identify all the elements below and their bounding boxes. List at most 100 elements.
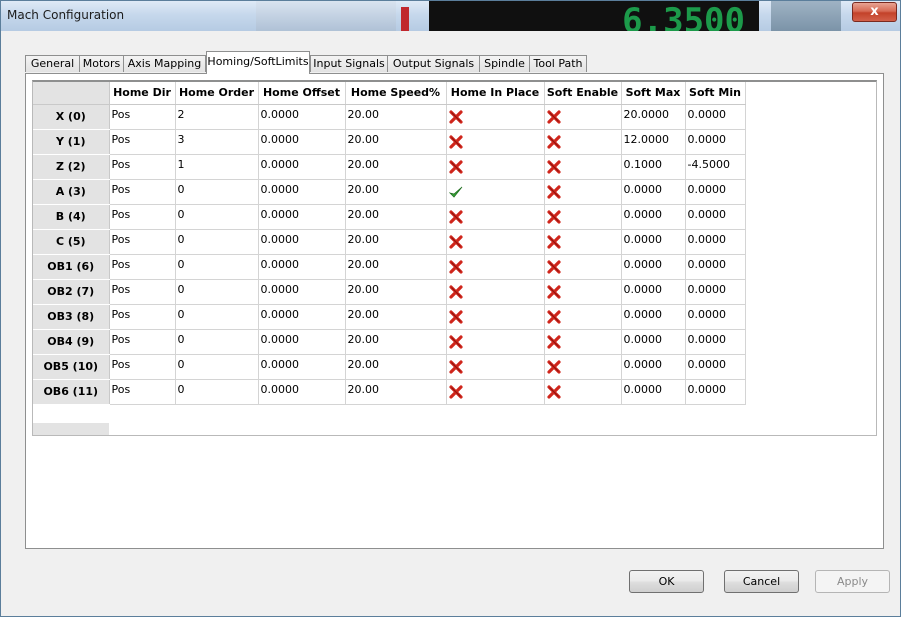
grid-cell-home-dir[interactable]: Pos — [109, 329, 176, 355]
grid-cell-home-offset[interactable]: 0.0000 — [258, 204, 346, 230]
grid-cell-soft-min[interactable]: 0.0000 — [685, 354, 746, 380]
grid-cell-home-order[interactable]: 0 — [175, 304, 259, 330]
grid-cell-home-offset[interactable]: 0.0000 — [258, 279, 346, 305]
column-header[interactable]: Home Order — [175, 82, 259, 105]
grid-cell-soft-enable[interactable] — [544, 229, 622, 255]
grid-cell-home-in-place[interactable] — [446, 329, 545, 355]
grid-cell-soft-enable[interactable] — [544, 179, 622, 205]
row-header[interactable]: OB4 (9) — [33, 329, 110, 355]
title-bar[interactable]: 6.3500 Mach Configuration x — [1, 1, 900, 31]
grid-cell-soft-min[interactable]: 0.0000 — [685, 129, 746, 155]
grid-cell-home-dir[interactable]: Pos — [109, 154, 176, 180]
grid-cell-home-speed[interactable]: 20.00 — [345, 204, 447, 230]
grid-cell-home-in-place[interactable] — [446, 379, 545, 405]
row-header[interactable]: A (3) — [33, 179, 110, 205]
row-header[interactable]: C (5) — [33, 229, 110, 255]
grid-cell-home-speed[interactable]: 20.00 — [345, 104, 447, 130]
column-header[interactable]: Soft Min — [685, 82, 746, 105]
grid-cell-home-offset[interactable]: 0.0000 — [258, 354, 346, 380]
grid-cell-soft-min[interactable]: 0.0000 — [685, 379, 746, 405]
row-header[interactable]: OB3 (8) — [33, 304, 110, 330]
ok-button[interactable]: OK — [629, 570, 704, 593]
grid-cell-home-order[interactable]: 0 — [175, 204, 259, 230]
grid-cell-home-order[interactable]: 0 — [175, 279, 259, 305]
column-header[interactable]: Home In Place — [446, 82, 545, 105]
grid-cell-soft-max[interactable]: 0.0000 — [621, 329, 686, 355]
grid-cell-soft-max[interactable]: 0.0000 — [621, 279, 686, 305]
grid-cell-soft-min[interactable]: 0.0000 — [685, 204, 746, 230]
grid-cell-home-in-place[interactable] — [446, 129, 545, 155]
grid-cell-home-speed[interactable]: 20.00 — [345, 129, 447, 155]
grid-cell-home-speed[interactable]: 20.00 — [345, 329, 447, 355]
grid-cell-soft-enable[interactable] — [544, 154, 622, 180]
grid-cell-home-speed[interactable]: 20.00 — [345, 279, 447, 305]
grid-cell-soft-min[interactable]: -4.5000 — [685, 154, 746, 180]
grid-cell-soft-min[interactable]: 0.0000 — [685, 329, 746, 355]
grid-cell-home-speed[interactable]: 20.00 — [345, 229, 447, 255]
row-header[interactable]: Z (2) — [33, 154, 110, 180]
tab-output-signals[interactable]: Output Signals — [387, 55, 480, 72]
grid-cell-home-dir[interactable]: Pos — [109, 179, 176, 205]
grid-cell-home-in-place[interactable] — [446, 279, 545, 305]
grid-cell-home-in-place[interactable] — [446, 154, 545, 180]
grid-cell-home-in-place[interactable] — [446, 229, 545, 255]
grid-cell-soft-max[interactable]: 12.0000 — [621, 129, 686, 155]
grid-cell-home-offset[interactable]: 0.0000 — [258, 254, 346, 280]
grid-cell-soft-max[interactable]: 0.0000 — [621, 229, 686, 255]
grid-cell-home-dir[interactable]: Pos — [109, 129, 176, 155]
grid-cell-home-dir[interactable]: Pos — [109, 354, 176, 380]
grid-cell-soft-min[interactable]: 0.0000 — [685, 304, 746, 330]
grid-cell-soft-max[interactable]: 20.0000 — [621, 104, 686, 130]
cancel-button[interactable]: Cancel — [724, 570, 799, 593]
grid-cell-home-order[interactable]: 0 — [175, 354, 259, 380]
grid-cell-soft-max[interactable]: 0.1000 — [621, 154, 686, 180]
row-header[interactable]: B (4) — [33, 204, 110, 230]
grid-cell-home-order[interactable]: 0 — [175, 229, 259, 255]
column-header[interactable]: Home Dir — [109, 82, 176, 105]
tab-general[interactable]: General — [25, 55, 80, 72]
grid-cell-soft-min[interactable]: 0.0000 — [685, 254, 746, 280]
grid-cell-home-in-place[interactable] — [446, 179, 545, 205]
close-button[interactable]: x — [852, 2, 897, 22]
grid-cell-soft-max[interactable]: 0.0000 — [621, 204, 686, 230]
grid-cell-home-order[interactable]: 3 — [175, 129, 259, 155]
column-header[interactable]: Soft Enable — [544, 82, 622, 105]
grid-cell-home-speed[interactable]: 20.00 — [345, 304, 447, 330]
grid-cell-home-offset[interactable]: 0.0000 — [258, 379, 346, 405]
tab-tool-path[interactable]: Tool Path — [529, 55, 587, 72]
tab-homing-softlimits[interactable]: Homing/SoftLimits — [206, 51, 310, 74]
tab-spindle[interactable]: Spindle — [479, 55, 530, 72]
grid-cell-home-order[interactable]: 0 — [175, 179, 259, 205]
grid-cell-home-in-place[interactable] — [446, 204, 545, 230]
column-header[interactable]: Home Speed% — [345, 82, 447, 105]
grid-cell-soft-max[interactable]: 0.0000 — [621, 304, 686, 330]
grid-cell-home-offset[interactable]: 0.0000 — [258, 229, 346, 255]
row-header[interactable]: OB2 (7) — [33, 279, 110, 305]
grid-cell-home-order[interactable]: 2 — [175, 104, 259, 130]
grid-cell-home-dir[interactable]: Pos — [109, 229, 176, 255]
grid-cell-soft-max[interactable]: 0.0000 — [621, 354, 686, 380]
grid-cell-soft-enable[interactable] — [544, 254, 622, 280]
grid-cell-home-order[interactable]: 1 — [175, 154, 259, 180]
grid-cell-home-dir[interactable]: Pos — [109, 104, 176, 130]
grid-cell-soft-enable[interactable] — [544, 329, 622, 355]
grid-cell-home-dir[interactable]: Pos — [109, 254, 176, 280]
grid-cell-soft-enable[interactable] — [544, 304, 622, 330]
grid-cell-soft-max[interactable]: 0.0000 — [621, 379, 686, 405]
grid-cell-home-speed[interactable]: 20.00 — [345, 179, 447, 205]
grid-cell-home-dir[interactable]: Pos — [109, 379, 176, 405]
tab-motors[interactable]: Motors — [79, 55, 124, 72]
grid-cell-home-offset[interactable]: 0.0000 — [258, 304, 346, 330]
grid-cell-home-order[interactable]: 0 — [175, 329, 259, 355]
grid-cell-home-speed[interactable]: 20.00 — [345, 354, 447, 380]
column-header[interactable]: Home Offset — [258, 82, 346, 105]
tab-input-signals[interactable]: Input Signals — [310, 55, 388, 72]
grid-cell-home-order[interactable]: 0 — [175, 254, 259, 280]
grid-cell-soft-min[interactable]: 0.0000 — [685, 229, 746, 255]
grid-cell-soft-enable[interactable] — [544, 104, 622, 130]
grid-cell-home-offset[interactable]: 0.0000 — [258, 129, 346, 155]
tab-axis-mapping[interactable]: Axis Mapping — [123, 55, 206, 72]
apply-button[interactable]: Apply — [815, 570, 890, 593]
grid-cell-home-dir[interactable]: Pos — [109, 279, 176, 305]
grid-cell-home-speed[interactable]: 20.00 — [345, 254, 447, 280]
